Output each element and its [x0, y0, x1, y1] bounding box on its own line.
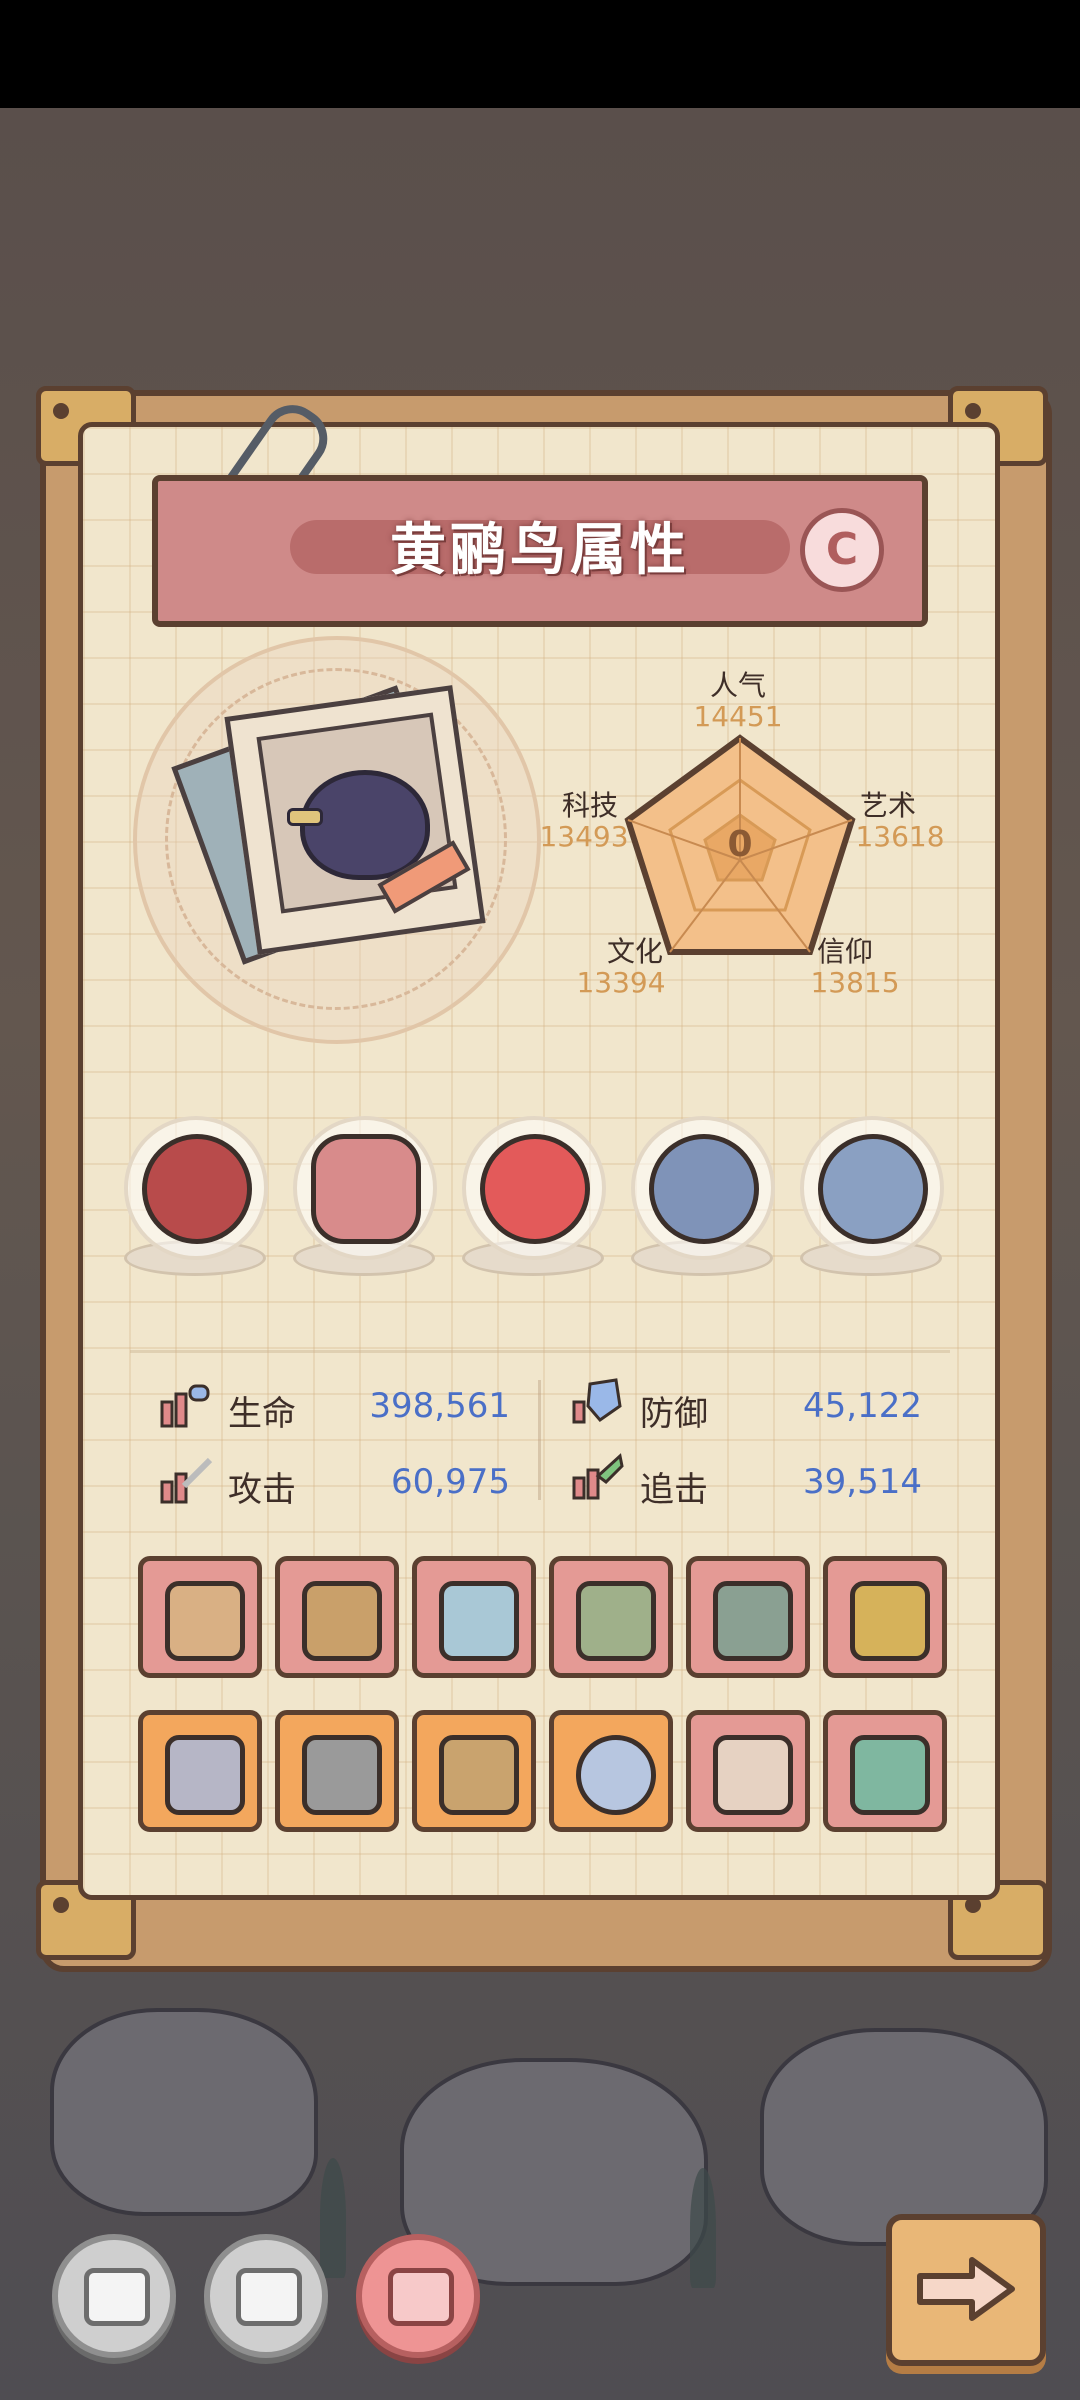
hp-value: 398,561 [369, 1386, 510, 1426]
radar-value-culture: 13394 [576, 966, 666, 999]
equip-slot-crossbow[interactable] [138, 1556, 262, 1678]
radar-value-popularity: 14451 [693, 700, 783, 733]
equip-slot-crown-shield[interactable] [823, 1556, 947, 1678]
radar-value-technology: 13493 [539, 820, 629, 853]
chase-label: 追击 [640, 1470, 708, 1510]
crown-shield-icon [850, 1581, 930, 1661]
equip-slot-bracer[interactable] [412, 1710, 536, 1832]
radar-center-value: 0 [727, 824, 753, 865]
grade-badge[interactable]: C [800, 508, 884, 592]
serpent-staff-icon [850, 1735, 930, 1815]
chase-icon [572, 1453, 624, 1500]
ring-icon [576, 1735, 656, 1815]
hp-icon [160, 1384, 210, 1428]
radar-label-technology: 科技 [561, 789, 618, 822]
equip-slot-hammer[interactable] [686, 1556, 810, 1678]
stats-divider [538, 1380, 541, 1500]
brain-card-icon [388, 2268, 454, 2326]
robe-icon [713, 1735, 793, 1815]
attack-label: 攻击 [228, 1470, 296, 1510]
radar-label-faith: 信仰 [816, 935, 873, 968]
spiral-shell-icon [480, 1134, 590, 1244]
sword-icon [439, 1581, 519, 1661]
pickaxe-icon [302, 1735, 382, 1815]
equip-slot-winged-emblem[interactable] [138, 1710, 262, 1832]
equip-slot-robe[interactable] [686, 1710, 810, 1832]
relic-slot-2[interactable] [293, 1116, 437, 1260]
plant [690, 2168, 716, 2288]
chase-value: 39,514 [803, 1462, 922, 1502]
radar-value-art: 13618 [855, 820, 945, 853]
equip-slot-sword[interactable] [412, 1556, 536, 1678]
compass-icon [649, 1134, 759, 1244]
attack-value: 60,975 [391, 1462, 510, 1502]
radar-value-faith: 13815 [810, 966, 900, 999]
crossbow-icon [165, 1581, 245, 1661]
status-bar [0, 0, 1080, 108]
bracer-icon [439, 1735, 519, 1815]
monster-mask-icon [311, 1134, 421, 1244]
relic-slot-3[interactable] [462, 1116, 606, 1260]
hp-label: 生命 [228, 1394, 296, 1434]
defense-label: 防御 [640, 1394, 708, 1434]
page-title: 黄鹂鸟属性 [390, 518, 690, 583]
radar-label-art: 艺术 [859, 789, 916, 822]
axe-icon [576, 1581, 656, 1661]
bottom-tab-3[interactable] [356, 2234, 480, 2358]
next-button[interactable] [886, 2214, 1046, 2366]
equip-slot-pickaxe[interactable] [275, 1710, 399, 1832]
bottom-tab-1[interactable] [52, 2234, 176, 2358]
radar-label-popularity: 人气 [709, 669, 766, 702]
defense-icon [572, 1378, 622, 1424]
plant [320, 2158, 346, 2278]
defense-value: 45,122 [803, 1386, 922, 1426]
relic-slot-1[interactable] [124, 1116, 268, 1260]
winged-emblem-icon [165, 1735, 245, 1815]
teeth-card-icon [236, 2268, 302, 2326]
arrow-right-icon [917, 2257, 1015, 2321]
hammer-icon [713, 1581, 793, 1661]
equip-slot-ring[interactable] [549, 1710, 673, 1832]
radar-label-culture: 文化 [606, 935, 663, 968]
bird-beak [287, 808, 323, 826]
skull-mace-icon [302, 1581, 382, 1661]
face-card-icon [84, 2268, 150, 2326]
attack-icon [160, 1457, 213, 1504]
equip-slot-axe[interactable] [549, 1556, 673, 1678]
gem-cluster-icon [818, 1134, 928, 1244]
equip-slot-skull-mace[interactable] [275, 1556, 399, 1678]
equip-slot-serpent-staff[interactable] [823, 1710, 947, 1832]
thorn-wreath-icon [142, 1134, 252, 1244]
rock [50, 2008, 318, 2216]
relic-slot-4[interactable] [631, 1116, 775, 1260]
relic-slot-5[interactable] [800, 1116, 944, 1260]
bottom-tab-2[interactable] [204, 2234, 328, 2358]
